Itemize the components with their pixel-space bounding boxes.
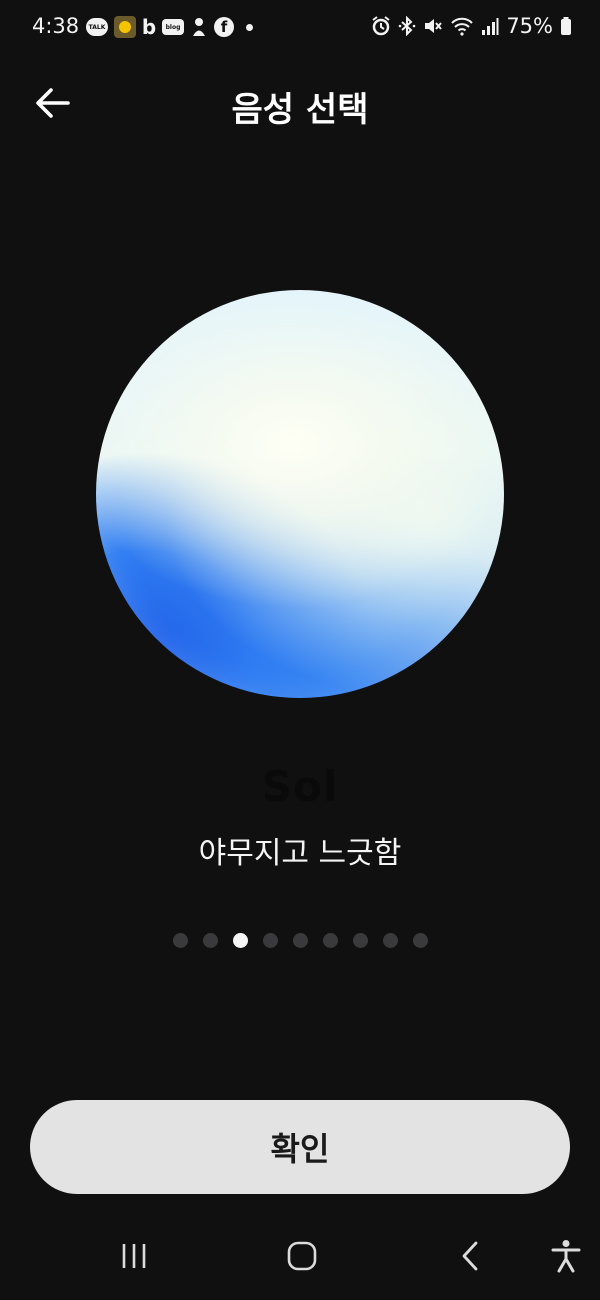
voice-orb-image[interactable]	[96, 290, 504, 698]
battery-icon	[560, 16, 572, 36]
page-dot[interactable]	[262, 933, 278, 948]
facebook-icon: f	[214, 17, 234, 37]
recents-button[interactable]	[104, 1236, 164, 1280]
yellow-app-icon	[114, 16, 136, 38]
nav-back-button[interactable]	[440, 1236, 500, 1280]
alarm-icon	[371, 16, 391, 36]
bing-icon: b	[141, 15, 157, 39]
status-time: 4:38	[32, 14, 80, 38]
dot-icon	[246, 23, 253, 31]
battery-percent: 75%	[506, 14, 553, 38]
voice-description: 야무지고 느긋함	[198, 836, 402, 871]
voice-name: Sol	[261, 762, 339, 811]
page-dot[interactable]	[352, 933, 368, 948]
recents-icon	[119, 1241, 149, 1275]
page-dot[interactable]	[172, 933, 188, 948]
back-icon	[459, 1240, 481, 1276]
page-indicator	[0, 933, 600, 948]
page-title: 음성 선택	[231, 90, 369, 130]
notification-icons: TALK b blog f	[86, 15, 253, 39]
confirm-button[interactable]: 확인	[30, 1100, 570, 1194]
page-dot[interactable]	[382, 933, 398, 948]
page-dot[interactable]	[232, 933, 248, 948]
navigation-bar	[0, 1222, 600, 1292]
page-dot[interactable]	[292, 933, 308, 948]
voice-select-screen: 4:38 TALK b blog f 75% 음성 선택 Sol 야무지고 느긋…	[0, 0, 600, 1300]
system-icons: 75%	[371, 14, 572, 38]
wifi-icon	[450, 16, 474, 36]
home-button[interactable]	[272, 1236, 332, 1280]
bluetooth-icon	[398, 16, 416, 36]
baby-icon	[190, 16, 208, 38]
talk-icon: TALK	[86, 18, 108, 36]
signal-icon	[481, 16, 499, 36]
page-dot[interactable]	[412, 933, 428, 948]
accessibility-icon	[551, 1239, 581, 1277]
page-dot[interactable]	[322, 933, 338, 948]
page-dot[interactable]	[202, 933, 218, 948]
blog-icon: blog	[162, 19, 184, 35]
status-bar: 4:38 TALK b blog f 75%	[0, 0, 600, 56]
mute-icon	[423, 16, 443, 36]
home-icon	[286, 1240, 318, 1276]
accessibility-button[interactable]	[536, 1236, 596, 1280]
